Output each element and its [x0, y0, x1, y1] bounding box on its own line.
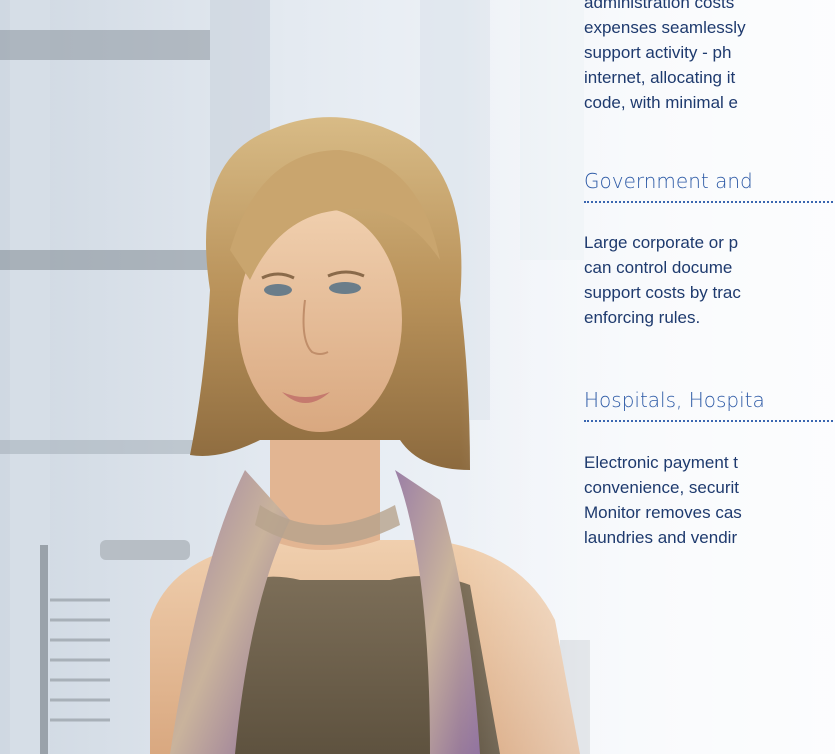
heading-dotted-rule: [584, 201, 835, 203]
intro-line: administration costs: [584, 0, 735, 12]
heading-dotted-rule: [584, 420, 835, 422]
paragraph-line: Electronic payment t: [584, 453, 739, 472]
intro-line: code, with minimal e: [584, 93, 739, 112]
paragraph-line: can control docume: [584, 258, 733, 277]
paragraph-line: support costs by trac: [584, 283, 741, 302]
section-heading-hospitals: Hospitals, Hospita: [584, 388, 765, 412]
text-column: administration costs expenses seamlessly…: [584, 0, 835, 754]
intro-line: support activity - ph: [584, 43, 732, 62]
section-heading-government: Government and: [584, 169, 753, 193]
section-paragraph-hospitals: Electronic payment t convenience, securi…: [584, 450, 742, 550]
paragraph-line: Monitor removes cas: [584, 503, 742, 522]
intro-line: expenses seamlessly: [584, 18, 746, 37]
brochure-page: administration costs expenses seamlessly…: [0, 0, 835, 754]
paragraph-line: enforcing rules.: [584, 308, 701, 327]
intro-line: internet, allocating it: [584, 68, 736, 87]
intro-paragraph: administration costs expenses seamlessly…: [584, 0, 746, 115]
paragraph-line: laundries and vendir: [584, 528, 738, 547]
paragraph-line: convenience, securit: [584, 478, 739, 497]
paragraph-line: Large corporate or p: [584, 233, 739, 252]
section-paragraph-government: Large corporate or p can control docume …: [584, 230, 741, 330]
